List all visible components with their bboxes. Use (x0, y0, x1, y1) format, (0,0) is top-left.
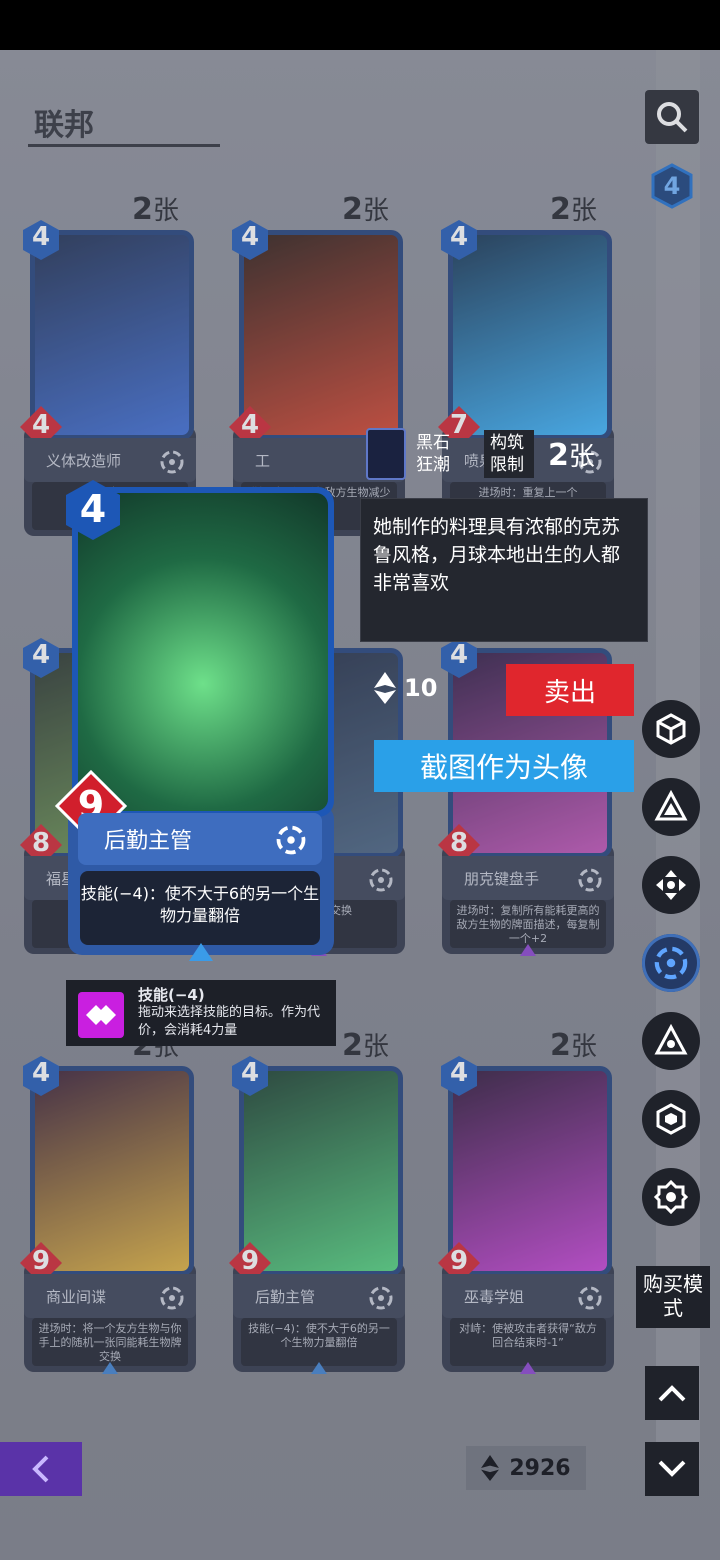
scroll-up-button[interactable] (645, 1366, 699, 1420)
cost-badge: 4 (228, 1054, 272, 1098)
card-count: 2张 (550, 192, 597, 227)
status-bar (0, 0, 720, 50)
faction-marker (311, 1362, 327, 1374)
card-slot[interactable]: 4 7 喷泉侠 进场时：重复上一个 (438, 220, 614, 536)
cost-badge: 4 (19, 1054, 63, 1098)
card-set-icon (366, 428, 406, 480)
chevron-up-icon (658, 1385, 686, 1402)
federation-faction-icon (369, 868, 393, 892)
federation-faction-icon (654, 946, 688, 980)
faction-filter-gear[interactable] (642, 1168, 700, 1226)
cost-badge: 4 (437, 218, 481, 262)
card-description: 进场时：复制所有能耗更高的敌方生物的牌面描述，每复制一个+2 (450, 900, 606, 948)
skill-tooltip: 技能(−4) 拖动来选择技能的目标。作为代价，会消耗4力量 (66, 980, 336, 1046)
card-slot[interactable]: 4 9 商业间谍 进场时：将一个友方生物与你手上的随机一张同能耗生物牌交换 (20, 1056, 196, 1374)
card-description: 技能(−4)：使不大于6的另一个生物力量翻倍 (80, 871, 320, 945)
federation-faction-icon (578, 868, 602, 892)
federation-faction-icon (578, 1286, 602, 1310)
lore-tooltip: 她制作的料理具有浓郁的克苏鲁风格，月球本地出生的人都非常喜欢 (360, 498, 648, 642)
cost-badge: 4 (19, 636, 63, 680)
collection-screen: 联邦 4 2张 2张 2张 4 4 义体改造师 进场时：... 4 4 工 进场… (0, 50, 720, 1560)
card-description: 技能(−4)：使不大于6的另一个生物力量翻倍 (241, 1318, 397, 1366)
deck-restriction-label: 构筑限制 (484, 430, 534, 478)
search-button[interactable] (645, 90, 699, 144)
page-title: 联邦 (34, 108, 94, 143)
federation-faction-icon (160, 450, 184, 474)
skill-title: 技能(−4) (138, 986, 205, 1004)
faction-filter-cube[interactable] (642, 700, 700, 758)
skill-text: 拖动来选择技能的目标。作为代价，会消耗4力量 (138, 1005, 321, 1038)
card-slot[interactable]: 4 9 巫毒学姐 对峙：使被攻击者获得“敌方回合结束时-1” (438, 1056, 614, 1374)
triangle-icon (654, 790, 688, 821)
cost-badge: 4 (19, 218, 63, 262)
card-set-label: 黑石狂潮 (416, 433, 450, 475)
chevron-left-icon (32, 1455, 49, 1483)
card-count: 2张 (550, 1028, 597, 1063)
card-description: 对峙：使被攻击者获得“敌方回合结束时-1” (450, 1318, 606, 1366)
federation-faction-icon (369, 1286, 393, 1310)
energy-cost: 10 (374, 672, 437, 704)
currency-display: 2926 (466, 1446, 586, 1490)
set-avatar-button[interactable]: 截图作为头像 (374, 740, 634, 792)
skill-icon (78, 992, 124, 1038)
chevron-down-icon (658, 1460, 686, 1477)
faction-marker (102, 1362, 118, 1374)
move-arrows-icon (656, 870, 686, 900)
scroll-down-button[interactable] (645, 1442, 699, 1496)
card-slot[interactable]: 4 9 后勤主管 技能(−4)：使不大于6的另一个生物力量翻倍 (229, 1056, 405, 1374)
search-icon (657, 102, 688, 133)
gear-icon (654, 1180, 688, 1214)
title-underline (28, 144, 220, 147)
energy-icon (374, 672, 396, 704)
faction-filter-hexagon[interactable] (642, 1090, 700, 1148)
radiation-icon (654, 1024, 688, 1055)
federation-faction-icon (160, 1286, 184, 1310)
card-set-info: 黑石狂潮 构筑限制 2张 (366, 428, 595, 480)
faction-filter-triangle[interactable] (642, 778, 700, 836)
faction-marker (189, 943, 213, 961)
card-count: 2张 (132, 192, 179, 227)
selected-card-preview[interactable]: 4 9 后勤主管 技能(−4)：使不大于6的另一个生物力量翻倍 (54, 480, 334, 961)
energy-icon (481, 1455, 500, 1481)
cost-badge: 4 (228, 218, 272, 262)
faction-marker (520, 1362, 536, 1374)
card-description: 进场时：将一个友方生物与你手上的随机一张同能耗生物牌交换 (32, 1318, 188, 1366)
back-button[interactable] (0, 1442, 82, 1496)
faction-filter-federation[interactable] (642, 934, 700, 992)
cost-badge: 4 (60, 477, 126, 543)
card-count: 2张 (342, 1028, 389, 1063)
cost-badge: 4 (437, 636, 481, 680)
card-count: 2张 (548, 437, 595, 473)
cost-badge: 4 (437, 1054, 481, 1098)
buy-mode-button[interactable]: 购买模式 (636, 1266, 710, 1328)
cube-icon (656, 713, 686, 745)
faction-marker (520, 944, 536, 956)
hexagon-icon (656, 1103, 686, 1135)
faction-filter-arrows[interactable] (642, 856, 700, 914)
scrollbar-track[interactable] (656, 50, 700, 1470)
federation-faction-icon (276, 825, 306, 855)
sell-button[interactable]: 卖出 (506, 664, 634, 716)
page-number-badge: 4 (649, 163, 695, 209)
card-count: 2张 (342, 192, 389, 227)
faction-filter-radiation[interactable] (642, 1012, 700, 1070)
